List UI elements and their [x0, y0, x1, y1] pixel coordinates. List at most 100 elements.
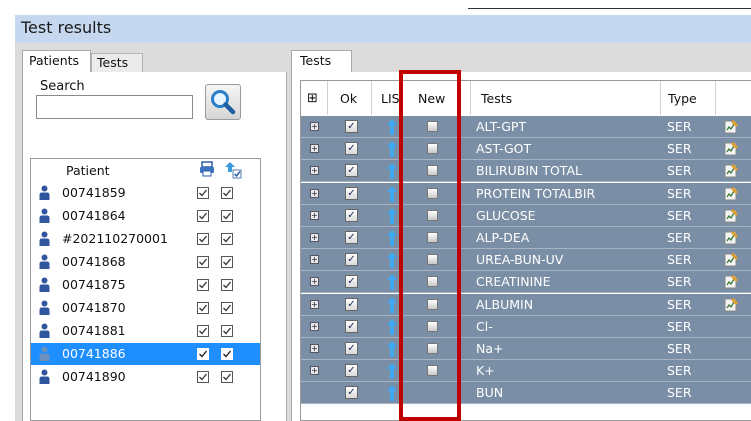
- top-divider: [468, 8, 751, 9]
- patient-row[interactable]: #202110270001: [31, 228, 260, 250]
- test-row[interactable]: + ✓ K+ SER: [301, 360, 751, 383]
- ok-checkbox[interactable]: ✓: [345, 120, 358, 133]
- tab-patients[interactable]: Patients: [22, 50, 91, 72]
- search-input[interactable]: [36, 95, 193, 119]
- edit-results-icon[interactable]: [724, 230, 739, 245]
- test-row[interactable]: + ✓ ALBUMIN SER: [301, 293, 751, 316]
- expand-row-icon[interactable]: +: [310, 344, 319, 353]
- test-type: SER: [667, 363, 692, 379]
- type-column-header[interactable]: Type: [668, 82, 697, 115]
- ok-checkbox[interactable]: ✓: [345, 164, 358, 178]
- edit-results-icon[interactable]: [724, 119, 739, 134]
- search-label: Search: [40, 79, 85, 94]
- expand-row-icon[interactable]: +: [310, 166, 319, 176]
- edit-results-icon[interactable]: [724, 274, 739, 289]
- expand-row-icon[interactable]: +: [310, 144, 319, 154]
- tab-tests-left[interactable]: Tests: [91, 53, 143, 72]
- ok-checkbox[interactable]: ✓: [345, 186, 358, 200]
- patient-row[interactable]: 00741890: [31, 366, 260, 388]
- search-button[interactable]: [205, 84, 241, 120]
- lis-upload-icon: [387, 363, 397, 380]
- check-icon: [223, 281, 232, 289]
- patient-id: 00741875: [62, 277, 126, 292]
- ok-checkbox[interactable]: ✓: [345, 275, 358, 289]
- test-row[interactable]: + ✓ BILIRUBIN TOTAL SER: [301, 160, 751, 183]
- print-checkbox[interactable]: [197, 348, 209, 360]
- edit-results-icon[interactable]: [724, 297, 739, 312]
- test-row[interactable]: + ✓ ALT-GPT SER: [301, 116, 751, 138]
- send-checkbox[interactable]: [221, 210, 233, 222]
- send-checkbox[interactable]: [221, 233, 233, 245]
- expand-row-icon[interactable]: +: [310, 210, 319, 220]
- check-icon: [223, 212, 232, 220]
- send-checkbox[interactable]: [221, 371, 233, 383]
- test-row[interactable]: + ✓ ALP-DEA SER: [301, 227, 751, 249]
- ok-checkbox[interactable]: ✓: [345, 297, 358, 311]
- test-row[interactable]: + ✓ Cl- SER: [301, 315, 751, 338]
- print-checkbox[interactable]: [197, 187, 209, 199]
- patient-row[interactable]: 00741864: [31, 205, 260, 227]
- expand-all-header[interactable]: ⊞: [307, 82, 318, 115]
- print-checkbox[interactable]: [197, 302, 209, 314]
- test-row[interactable]: + ✓ PROTEIN TOTALBIR SER: [301, 182, 751, 205]
- expand-row-icon[interactable]: +: [310, 233, 319, 242]
- patient-row[interactable]: 00741881: [31, 320, 260, 342]
- edit-results-icon[interactable]: [724, 141, 739, 156]
- ok-column-header[interactable]: Ok: [340, 82, 357, 115]
- lis-column-header[interactable]: LIS: [381, 82, 400, 115]
- test-row[interactable]: + ✓ UREA-BUN-UV SER: [301, 249, 751, 272]
- send-checkbox[interactable]: [221, 187, 233, 199]
- ok-checkbox[interactable]: ✓: [345, 142, 358, 156]
- edit-results-icon[interactable]: [724, 208, 739, 223]
- patient-icon: [39, 346, 50, 361]
- expand-row-icon[interactable]: +: [310, 299, 319, 309]
- send-checkbox[interactable]: [221, 279, 233, 291]
- ok-checkbox[interactable]: ✓: [345, 386, 358, 400]
- test-name: AST-GOT: [476, 141, 532, 157]
- send-checkbox[interactable]: [221, 302, 233, 314]
- send-checkbox[interactable]: [221, 348, 233, 360]
- send-checkbox[interactable]: [221, 256, 233, 268]
- patient-row[interactable]: 00741870: [31, 297, 260, 319]
- test-row[interactable]: + ✓ AST-GOT SER: [301, 138, 751, 161]
- patient-row[interactable]: 00741886: [31, 343, 260, 365]
- test-row[interactable]: + ✓ CREATININE SER: [301, 271, 751, 294]
- patient-row[interactable]: 00741868: [31, 251, 260, 273]
- expand-row-icon[interactable]: +: [310, 366, 319, 376]
- patient-row[interactable]: 00741859: [31, 182, 260, 204]
- check-icon: [223, 350, 232, 358]
- print-checkbox[interactable]: [197, 279, 209, 291]
- expand-row-icon[interactable]: +: [310, 122, 319, 131]
- print-checkbox[interactable]: [197, 210, 209, 222]
- tests-column-header[interactable]: Tests: [481, 82, 512, 115]
- test-name: ALT-GPT: [476, 119, 527, 134]
- patient-row[interactable]: 00741875: [31, 274, 260, 296]
- upload-arrow-icon[interactable]: [224, 161, 242, 179]
- test-row[interactable]: ✓ BUN SER: [301, 382, 751, 405]
- print-checkbox[interactable]: [197, 233, 209, 245]
- ok-checkbox[interactable]: ✓: [345, 253, 358, 267]
- ok-checkbox[interactable]: ✓: [345, 231, 358, 244]
- edit-results-icon[interactable]: [724, 163, 739, 178]
- patient-icon: [39, 231, 50, 246]
- edit-results-icon[interactable]: [724, 252, 739, 267]
- ok-checkbox[interactable]: ✓: [345, 364, 358, 378]
- printer-icon[interactable]: [199, 161, 215, 177]
- test-row[interactable]: + ✓ Na+ SER: [301, 338, 751, 360]
- send-checkbox[interactable]: [221, 325, 233, 337]
- new-column-highlight: [399, 70, 461, 421]
- expand-row-icon[interactable]: +: [310, 277, 319, 287]
- ok-checkbox[interactable]: ✓: [345, 319, 358, 333]
- test-row[interactable]: + ✓ GLUCOSE SER: [301, 204, 751, 227]
- expand-row-icon[interactable]: +: [310, 188, 319, 198]
- ok-checkbox[interactable]: ✓: [345, 208, 358, 222]
- print-checkbox[interactable]: [197, 371, 209, 383]
- ok-checkbox[interactable]: ✓: [345, 342, 358, 355]
- expand-row-icon[interactable]: +: [310, 321, 319, 331]
- print-checkbox[interactable]: [197, 256, 209, 268]
- print-checkbox[interactable]: [197, 325, 209, 337]
- tab-tests[interactable]: Tests: [291, 50, 352, 72]
- edit-results-icon[interactable]: [724, 186, 739, 201]
- patient-icon: [39, 254, 50, 269]
- expand-row-icon[interactable]: +: [310, 255, 319, 265]
